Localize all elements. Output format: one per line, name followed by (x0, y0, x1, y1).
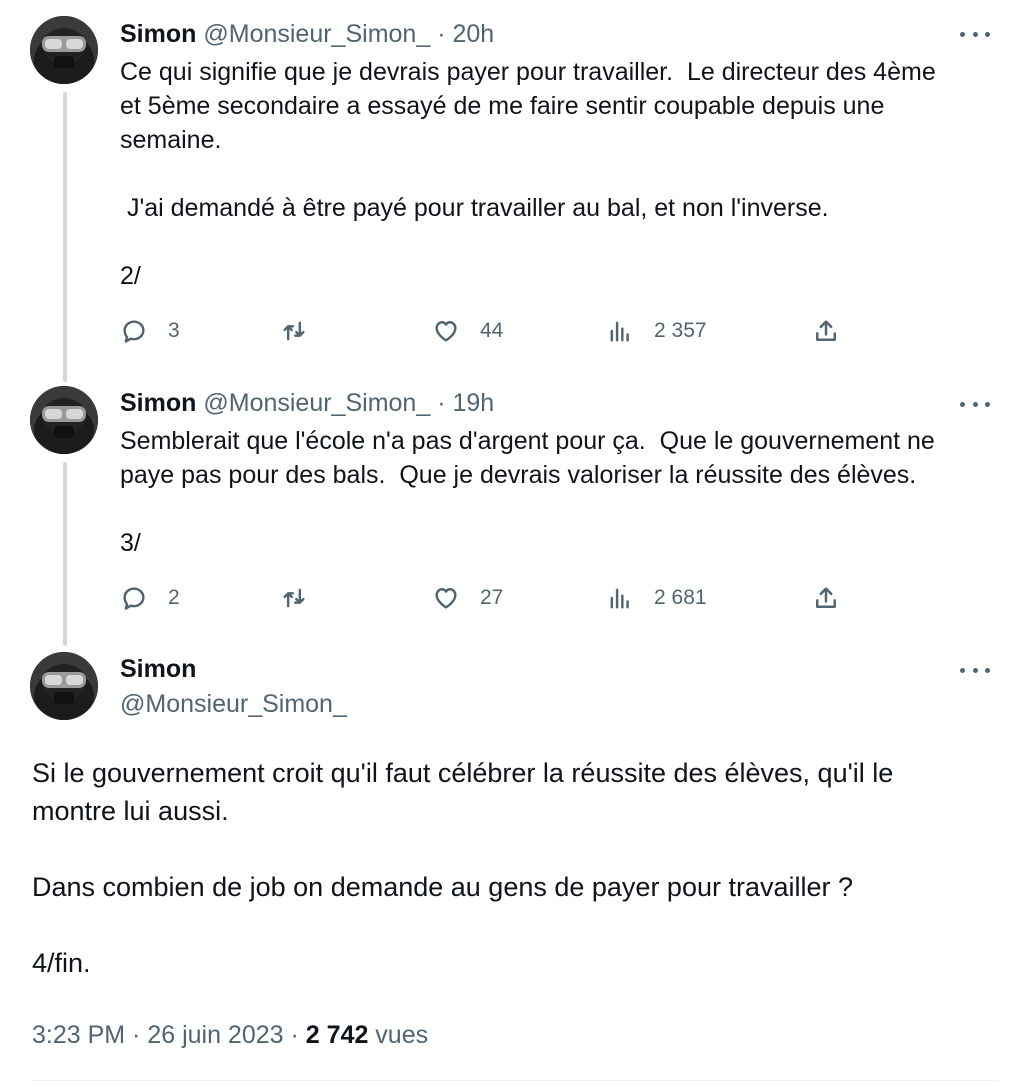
author-handle[interactable]: @Monsieur_Simon_ (203, 20, 430, 48)
tweet-time[interactable]: 19h (452, 389, 494, 417)
author-name[interactable]: Simon (120, 389, 196, 417)
reply-icon (123, 587, 145, 610)
more-icon[interactable] (960, 660, 990, 680)
author-name[interactable]: Simon (120, 654, 196, 684)
tweet-text: Semblerait que l'école n'a pas d'argent … (120, 427, 935, 557)
author-name[interactable]: Simon (120, 20, 196, 48)
avatar-image (30, 386, 98, 454)
more-icon[interactable] (960, 394, 990, 414)
retweet-button[interactable] (280, 314, 328, 348)
avatar[interactable] (30, 386, 98, 454)
divider (32, 1080, 998, 1081)
like-count: 44 (480, 319, 504, 342)
views-count: 2 681 (654, 586, 707, 609)
reply-icon (123, 320, 145, 343)
like-button[interactable]: 44 (432, 314, 503, 348)
views-count: 2 357 (654, 319, 707, 342)
thread-line (63, 462, 67, 646)
separator-dot: · (437, 20, 446, 48)
views-button[interactable]: 2 681 (606, 581, 707, 615)
tweet-meta: 3:23 PM · 26 juin 2023 · 2 742 vues (32, 1019, 428, 1051)
thread-line (63, 92, 67, 382)
tweet-text: Ce qui signifie que je devrais payer pou… (120, 58, 936, 290)
retweet-icon (283, 321, 305, 341)
more-icon[interactable] (960, 24, 990, 44)
retweet-icon (283, 588, 305, 608)
views-label: vues (368, 1021, 429, 1049)
heart-icon (435, 321, 457, 342)
author-handle[interactable]: @Monsieur_Simon_ (203, 389, 430, 417)
tweet-timestamp[interactable]: 3:23 PM · 26 juin 2023 · (32, 1021, 306, 1049)
like-button[interactable]: 27 (432, 581, 503, 615)
share-button[interactable] (812, 581, 840, 615)
views-icon (610, 588, 629, 609)
share-icon (816, 320, 836, 341)
avatar-image (30, 16, 98, 84)
views-total[interactable]: 2 742 (306, 1021, 369, 1049)
views-icon (610, 321, 629, 342)
reply-button[interactable]: 3 (120, 314, 180, 348)
tweet-header: Simon @Monsieur_Simon_ · 19h (120, 388, 494, 418)
main-tweet-text: Si le gouvernement croit qu'il faut célé… (32, 758, 894, 978)
heart-icon (435, 588, 457, 609)
tweet-time[interactable]: 20h (452, 20, 494, 48)
tweet-header: Simon @Monsieur_Simon_ · 20h (120, 19, 494, 49)
retweet-button[interactable] (280, 581, 328, 615)
tweet-actions: 2 27 2 681 (120, 581, 860, 615)
like-count: 27 (480, 586, 504, 609)
reply-count: 2 (168, 586, 180, 609)
separator-dot: · (437, 389, 446, 417)
share-icon (816, 587, 836, 608)
avatar[interactable] (30, 652, 98, 720)
avatar-image (30, 652, 98, 720)
reply-button[interactable]: 2 (120, 581, 180, 615)
author-handle[interactable]: @Monsieur_Simon_ (120, 689, 347, 719)
share-button[interactable] (812, 314, 840, 348)
avatar[interactable] (30, 16, 98, 84)
reply-count: 3 (168, 319, 180, 342)
views-button[interactable]: 2 357 (606, 314, 707, 348)
tweet-actions: 3 44 2 357 (120, 314, 860, 348)
